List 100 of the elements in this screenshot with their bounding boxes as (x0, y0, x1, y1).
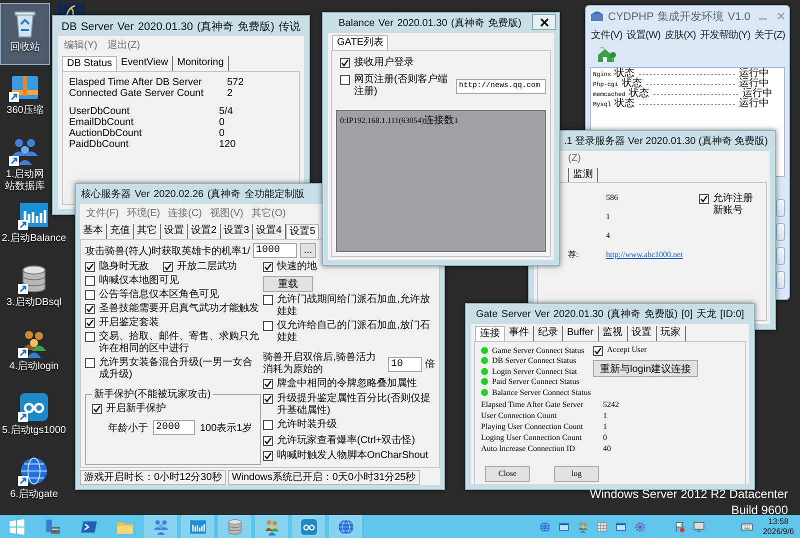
desktop-shortcut[interactable]: 3.启动DBsql (0, 259, 68, 321)
action-button[interactable]: log (554, 466, 599, 482)
desktop-shortcut[interactable]: 360压缩 (0, 67, 50, 129)
tab[interactable]: 设置 (628, 326, 656, 341)
checkbox[interactable] (92, 404, 102, 414)
close-icon[interactable] (777, 12, 785, 20)
input-field[interactable]: 10 (388, 356, 422, 372)
clock-date[interactable]: 2026/9/6 (762, 526, 794, 536)
tab[interactable]: 事件 (505, 326, 534, 341)
menu-item[interactable]: 设置(W) (626, 28, 660, 42)
keyboard-icon[interactable] (740, 520, 753, 532)
users-icon (262, 518, 280, 536)
action-button[interactable]: Close (485, 466, 530, 482)
checkbox[interactable] (85, 332, 95, 342)
checkbox[interactable] (85, 304, 95, 314)
more-button[interactable]: ... (300, 243, 316, 258)
checkbox-label: 快速的地 (277, 261, 317, 273)
menu-item[interactable]: 文件(F) (86, 206, 119, 220)
tab[interactable]: GATE列表 (332, 35, 388, 50)
tab[interactable]: Buffer (563, 326, 598, 341)
checkbox[interactable] (85, 318, 95, 328)
menu-item[interactable]: 视图(V) (210, 206, 244, 220)
input-field[interactable]: 2000 (153, 420, 195, 435)
close-button[interactable] (532, 14, 556, 30)
flag-icon[interactable] (674, 520, 686, 532)
field-label: 骑兽开启双倍后,骑兽活力消耗为原始的 (263, 352, 377, 376)
menu-item[interactable]: 连接(C) (168, 206, 202, 220)
tab[interactable]: 设置3 (220, 224, 254, 239)
count-value: 586 (606, 193, 619, 203)
checkbox[interactable] (85, 276, 95, 286)
checkbox[interactable] (263, 379, 273, 389)
desktop-shortcut[interactable]: 5.启动tgs1000 (0, 387, 68, 449)
menu-item[interactable]: 其它(O) (251, 206, 286, 220)
menu-item[interactable]: (Z) (568, 153, 581, 164)
checkbox[interactable] (263, 451, 273, 461)
gear-icon[interactable] (634, 520, 646, 532)
tab[interactable]: 监视 (598, 326, 628, 341)
checkbox-label: 允许时装升级 (277, 419, 337, 431)
checkbox[interactable] (593, 346, 603, 356)
window-title: Balance Ver 2020.01.30 (真神奇 免费版) (338, 16, 522, 30)
stat-value: 1 (603, 410, 608, 420)
checkbox[interactable] (263, 420, 273, 430)
tab[interactable]: 充值 (107, 224, 134, 239)
menu-item[interactable]: 环境(E) (126, 206, 160, 220)
monitor-icon[interactable] (692, 520, 705, 532)
menu-item[interactable]: 皮肤(X) (664, 28, 696, 42)
panel-button[interactable] (776, 199, 785, 217)
tab[interactable]: 基本 (80, 224, 107, 239)
menu-item[interactable]: 编辑(Y) (64, 38, 98, 52)
menu-item[interactable]: 退出(Z) (107, 38, 140, 52)
checkbox[interactable] (263, 394, 273, 404)
tab[interactable]: 纪录 (534, 326, 563, 341)
website-link[interactable]: http://www.abc1000.net (606, 250, 683, 260)
checkbox[interactable] (85, 358, 95, 368)
status-label: Login Server Connect Stat (492, 366, 578, 376)
panel-button[interactable] (776, 223, 785, 241)
status-label: Game Server Connect Status (492, 346, 584, 355)
desktop-shortcut[interactable]: 4.启动login (0, 323, 68, 385)
checkbox[interactable] (340, 58, 350, 68)
menu-item[interactable]: 开发帮助(Y) (700, 28, 750, 42)
checkbox[interactable] (263, 295, 273, 305)
reload-button[interactable]: 重载 (263, 276, 313, 292)
taskbar-button[interactable] (218, 515, 251, 538)
menu-item[interactable]: 关于(Z) (754, 28, 785, 42)
field-label: 攻击骑兽(符人)时获取英雄卡的机率1/ (85, 244, 250, 258)
checkbox[interactable] (85, 262, 95, 272)
clock-time[interactable]: 13:58 (768, 516, 788, 526)
checkbox[interactable] (263, 262, 273, 272)
tab[interactable]: 玩家 (656, 326, 686, 341)
tab[interactable]: 连接 (475, 326, 505, 341)
checkbox[interactable] (163, 262, 173, 272)
tab[interactable]: 其它 (134, 224, 161, 239)
tab[interactable]: DB Status (62, 56, 118, 71)
tab[interactable]: 设置5 (286, 224, 320, 239)
house-icon[interactable] (596, 46, 616, 62)
taskbar-button[interactable] (181, 515, 214, 538)
users-icon[interactable] (576, 520, 589, 532)
reconnect-button[interactable]: 重新与login建议连接 (593, 360, 698, 377)
checkbox[interactable] (85, 290, 95, 300)
tab[interactable]: 设置2 (188, 224, 221, 239)
window-icon[interactable] (614, 520, 627, 532)
checkbox[interactable] (263, 436, 273, 446)
desktop-shortcut[interactable]: 6.启动gate (0, 451, 68, 513)
checkbox[interactable] (340, 75, 350, 85)
desktop-shortcut[interactable]: 2.启动Balance (0, 195, 68, 257)
window-icon[interactable] (558, 520, 570, 532)
tab[interactable]: 设置 (161, 224, 188, 239)
desktop-shortcut[interactable]: 1.启动网站数据库 (0, 131, 50, 193)
panel-button[interactable] (776, 271, 785, 289)
taskbar-button[interactable] (329, 515, 362, 538)
checkbox[interactable] (263, 321, 273, 331)
desktop-shortcut[interactable]: 回收站 (0, 3, 50, 65)
checkbox-label: 开启新手保护 (106, 403, 166, 415)
tab[interactable]: 监测 (568, 168, 598, 182)
panel-button[interactable] (776, 247, 785, 265)
taskbar-button[interactable] (292, 515, 325, 538)
menu-item[interactable]: 文件(V) (591, 28, 622, 42)
checkbox[interactable] (698, 194, 709, 204)
input-field[interactable]: 1000 (253, 243, 297, 258)
connection-entry[interactable]: 0:IP192.168.1.111(63054)连接数1 (340, 113, 542, 127)
